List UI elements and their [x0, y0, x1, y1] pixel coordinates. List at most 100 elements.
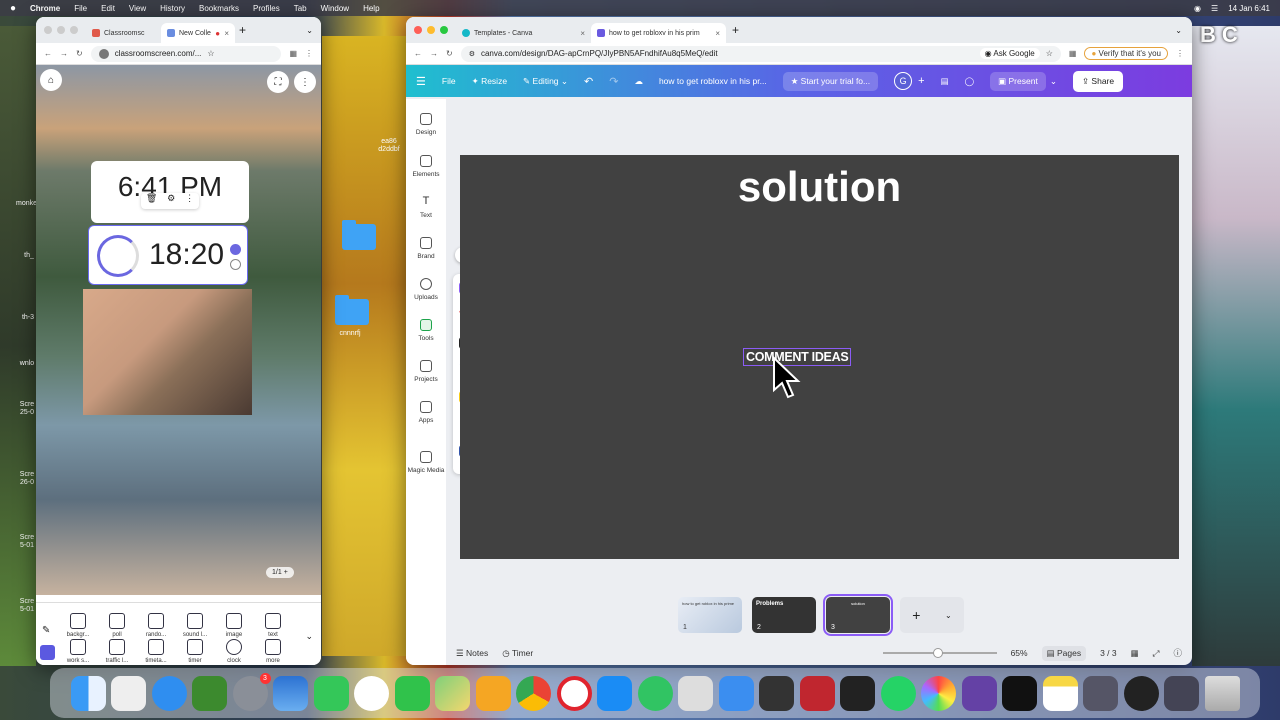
file-menu[interactable]: File: [442, 76, 456, 86]
trash-icon[interactable]: [1204, 675, 1240, 711]
close-window-button[interactable]: [414, 26, 422, 34]
more-menu-icon[interactable]: ⋮: [1176, 49, 1184, 58]
menu-item[interactable]: Tab: [294, 4, 307, 13]
zoom-slider-thumb[interactable]: [932, 648, 943, 658]
tool-work-symbols[interactable]: work s...: [60, 639, 96, 664]
desktop-file-label[interactable]: cnnnrfj: [330, 330, 370, 338]
ask-google-button[interactable]: ◉ Ask Google: [979, 48, 1040, 59]
menu-item[interactable]: Edit: [101, 4, 115, 13]
finder-icon[interactable]: [70, 675, 106, 711]
desktop-file-label[interactable]: wnlo: [18, 360, 36, 368]
present-button[interactable]: ▣ Present: [990, 71, 1046, 91]
tab-canva-design[interactable]: how to get robloxv in his prim ×: [591, 23, 726, 43]
site-info-icon[interactable]: [98, 48, 109, 59]
page-thumbnail[interactable]: how to get roblox in his prime 1: [678, 597, 742, 633]
pages-button[interactable]: ▤ Pages: [1041, 645, 1087, 661]
screen-capture-icon[interactable]: [1164, 675, 1199, 711]
tab-templates-canva[interactable]: Templates - Canva ×: [456, 23, 591, 43]
new-tab-button[interactable]: +: [732, 23, 739, 37]
share-button[interactable]: ⇪ Share: [1072, 70, 1124, 92]
photo-booth-icon[interactable]: [799, 675, 835, 711]
mail-icon[interactable]: [718, 675, 754, 711]
obs-icon[interactable]: [1123, 675, 1159, 711]
desktop-file-label[interactable]: ea86 d2ddbf: [372, 138, 406, 154]
garageband-icon[interactable]: [759, 675, 794, 711]
tool-text[interactable]: text: [255, 613, 291, 638]
more-icon[interactable]: ⋮: [185, 193, 194, 209]
menu-item[interactable]: File: [74, 4, 87, 13]
pages-app-icon[interactable]: [475, 675, 511, 711]
verify-identity-chip[interactable]: ● Verify that it's you: [1084, 47, 1168, 60]
analytics-icon[interactable]: ▤: [941, 76, 949, 87]
new-tab-button[interactable]: +: [239, 23, 246, 37]
minimize-window-button[interactable]: [57, 26, 65, 34]
url-field[interactable]: classroomscreen.com/... ☆: [90, 45, 282, 62]
maps-icon[interactable]: [435, 675, 470, 711]
resize-button[interactable]: ✦ Resize: [472, 76, 507, 87]
clock-text[interactable]: 14 Jan 6:41: [1228, 4, 1270, 13]
whatsapp-icon[interactable]: [880, 675, 916, 711]
tab-list-icon[interactable]: ⌄: [306, 26, 313, 35]
more-options-icon[interactable]: ⋮: [294, 71, 316, 93]
photos-icon[interactable]: [921, 675, 956, 711]
draw-icon[interactable]: ✎: [42, 625, 50, 636]
zoom-window-button[interactable]: [440, 26, 448, 34]
zoom-slider[interactable]: [882, 648, 997, 658]
sidebar-item-tools[interactable]: Tools: [406, 319, 446, 342]
menu-item[interactable]: Help: [363, 4, 379, 13]
opera-icon[interactable]: [556, 675, 592, 711]
sidebar-item-brand[interactable]: Brand: [406, 237, 446, 260]
desktop-file-label[interactable]: Scre 5-01: [18, 534, 36, 550]
system-settings-icon[interactable]: 3: [232, 672, 271, 711]
tool-poll[interactable]: poll: [99, 613, 135, 638]
extensions-icon[interactable]: ▦: [289, 49, 297, 58]
forward-icon[interactable]: →: [60, 49, 68, 58]
tab-list-icon[interactable]: ⌄: [1175, 26, 1182, 35]
disk-utility-icon[interactable]: [1083, 675, 1118, 711]
slide-title[interactable]: solution: [460, 163, 1179, 211]
zoom-window-button[interactable]: [70, 26, 78, 34]
page-thumbnail[interactable]: Problems 2: [752, 597, 816, 633]
tab-new-collection[interactable]: New Colle ● ×: [161, 23, 235, 43]
clock-app-icon[interactable]: [354, 675, 389, 711]
expand-dock-icon[interactable]: ⌄: [305, 631, 313, 642]
start-trial-button[interactable]: ★ Start your trial fo...: [782, 71, 879, 91]
menu-item[interactable]: Window: [321, 4, 349, 13]
clock-widget[interactable]: 6:41 PM 🗑 ⚙ ⋮: [91, 161, 249, 223]
messages-icon[interactable]: [313, 675, 349, 711]
document-title[interactable]: how to get robloxv in his pr...: [659, 76, 767, 86]
settings-icon[interactable]: ⚙: [167, 193, 175, 209]
tool-background[interactable]: backgr...: [60, 613, 96, 638]
fullscreen-icon[interactable]: ⛶: [267, 71, 289, 93]
help-icon[interactable]: ⓘ: [1173, 647, 1182, 659]
find-my-icon[interactable]: [637, 675, 673, 711]
sidebar-item-text[interactable]: T Text: [406, 196, 446, 220]
pause-icon[interactable]: [230, 244, 241, 255]
notes-button[interactable]: ☰ Notes: [456, 648, 488, 659]
more-menu-icon[interactable]: ⋮: [305, 49, 313, 58]
comment-icon[interactable]: ◯: [965, 76, 975, 87]
undo-icon[interactable]: ↶: [584, 75, 593, 88]
tool-traffic-light[interactable]: traffic l...: [99, 639, 135, 664]
weather-icon[interactable]: [273, 675, 308, 711]
app-store-icon[interactable]: [597, 675, 632, 711]
sidebar-item-uploads[interactable]: Uploads: [406, 278, 446, 301]
close-tab-icon[interactable]: ×: [715, 29, 720, 38]
editing-mode-dropdown[interactable]: ✎ Editing ⌄: [523, 76, 568, 87]
hamburger-menu-icon[interactable]: ☰: [416, 75, 426, 88]
close-tab-icon[interactable]: ×: [580, 29, 585, 38]
facetime-icon[interactable]: [394, 675, 430, 711]
forward-icon[interactable]: →: [430, 49, 438, 58]
user-avatar[interactable]: G: [894, 72, 913, 90]
reload-icon[interactable]: ↻: [76, 49, 83, 58]
sidebar-item-design[interactable]: Design: [406, 113, 446, 136]
tab-classroomscreen[interactable]: Classroomsc: [86, 23, 161, 43]
add-page-button[interactable]: + ⌄: [900, 597, 964, 633]
menu-item[interactable]: View: [129, 4, 146, 13]
reload-icon[interactable]: ↻: [446, 49, 453, 58]
home-icon[interactable]: ⌂: [40, 69, 62, 91]
screen-record-icon[interactable]: ◉: [1194, 4, 1201, 13]
launchpad-icon[interactable]: [111, 675, 146, 711]
desktop-file-label[interactable]: Scre 5-01: [18, 598, 36, 614]
twitch-icon[interactable]: [961, 675, 997, 711]
